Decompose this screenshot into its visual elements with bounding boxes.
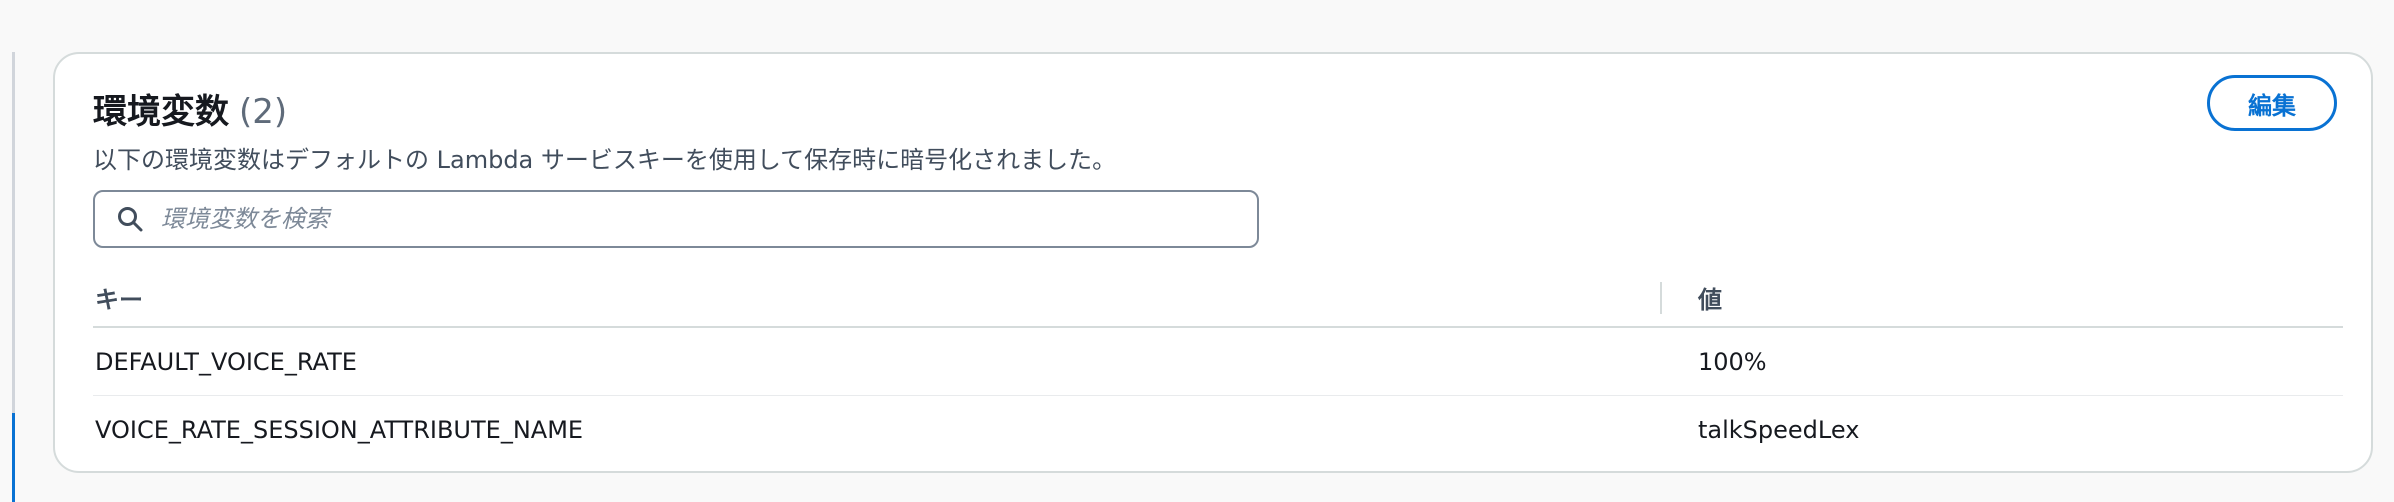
edit-button[interactable]: 編集 [2207, 75, 2337, 131]
env-var-value: 100% [1698, 348, 1767, 376]
column-divider[interactable] [1660, 282, 1662, 314]
column-header-key[interactable]: キー [95, 280, 143, 315]
table-header: キー 値 [93, 266, 2343, 328]
panel-description: 以下の環境変数はデフォルトの Lambda サービスキーを使用して保存時に暗号化… [93, 146, 1117, 174]
search-field[interactable] [93, 190, 1259, 248]
env-var-value: talkSpeedLex [1698, 416, 1860, 444]
left-rail-active-indicator [12, 413, 15, 502]
table-row: DEFAULT_VOICE_RATE 100% [93, 328, 2343, 396]
search-input[interactable] [159, 204, 1257, 234]
table-row: VOICE_RATE_SESSION_ATTRIBUTE_NAME talkSp… [93, 396, 2343, 463]
env-var-table: キー 値 DEFAULT_VOICE_RATE 100% VOICE_RATE_… [93, 266, 2343, 463]
search-icon [115, 204, 145, 234]
column-header-value[interactable]: 値 [1698, 280, 1722, 315]
panel-title: 環境変数 [93, 92, 229, 132]
panel-header: 環境変数 (2) [93, 84, 287, 133]
env-var-key: DEFAULT_VOICE_RATE [95, 348, 357, 376]
env-var-key: VOICE_RATE_SESSION_ATTRIBUTE_NAME [95, 416, 584, 444]
panel-count: (2) [239, 92, 288, 132]
environment-variables-panel: 環境変数 (2) 以下の環境変数はデフォルトの Lambda サービスキーを使用… [53, 52, 2373, 473]
